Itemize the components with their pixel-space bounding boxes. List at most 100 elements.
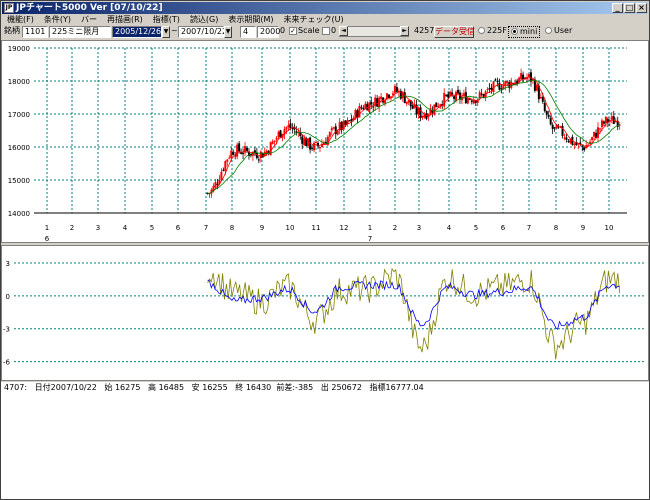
- date-to-field[interactable]: 2007/10/22: [178, 26, 227, 38]
- candle-body: [295, 131, 298, 133]
- close-icon[interactable]: ×: [636, 3, 647, 13]
- field-b[interactable]: 2000: [257, 26, 280, 38]
- candle-body: [238, 143, 241, 152]
- candle-body: [470, 100, 473, 102]
- osc-y-tick-label: -3: [3, 326, 10, 334]
- year-label: 6: [45, 235, 50, 242]
- data-receive-button[interactable]: データ受信: [434, 26, 475, 38]
- candle-body: [551, 124, 554, 130]
- candle-body: [275, 137, 278, 140]
- menu-item-indicator[interactable]: 指標(T): [148, 14, 185, 26]
- date-from-dropdown-icon[interactable]: ▼: [162, 26, 170, 38]
- candle-body: [336, 131, 339, 135]
- candle-body: [354, 109, 357, 119]
- scale-value-checkbox[interactable]: 0: [322, 26, 336, 38]
- candle-body: [332, 127, 335, 129]
- candle-body: [220, 171, 223, 181]
- candle-body: [344, 120, 347, 125]
- y-tick-label: 19000: [8, 45, 30, 53]
- code-label: 銘柄: [4, 26, 20, 35]
- menu-item-function[interactable]: 機能(F): [2, 14, 39, 26]
- candle-body: [600, 120, 603, 128]
- osc-y-tick-label: 0: [6, 293, 10, 301]
- x-tick-label: 4: [123, 224, 128, 232]
- candle-body: [226, 159, 229, 162]
- scroll-right-icon[interactable]: ►: [400, 26, 409, 36]
- candle-body: [435, 102, 438, 108]
- title-bar[interactable]: JP JPチャート5000 Ver [07/10/22] _ □ ×: [2, 2, 648, 14]
- candle-body: [285, 127, 288, 130]
- period-scrollbar[interactable]: [339, 26, 409, 37]
- candle-body: [311, 147, 314, 149]
- x-tick-label: 2: [393, 224, 397, 232]
- candle-body: [455, 91, 458, 101]
- candle-body: [405, 101, 408, 104]
- field-a[interactable]: 4: [240, 26, 256, 38]
- candle-body: [348, 120, 351, 122]
- candle-body: [466, 97, 469, 104]
- candle-body: [478, 92, 481, 98]
- candle-body: [520, 73, 523, 80]
- candle-body: [486, 88, 489, 90]
- x-tick-label: 6: [501, 224, 506, 232]
- menu-item-load[interactable]: 読込(G): [185, 14, 223, 26]
- menu-item-redraw[interactable]: 再描画(R): [102, 14, 148, 26]
- candle-body: [419, 107, 422, 119]
- candle-body: [494, 79, 497, 81]
- candle-body: [372, 106, 375, 108]
- candle-body: [265, 150, 268, 154]
- candle-body: [330, 128, 333, 131]
- candle-body: [387, 94, 390, 98]
- x-tick-label: 11: [312, 224, 321, 232]
- oscillator-panel: 3 0 -3 -6: [1, 245, 649, 381]
- date-from-field[interactable]: 2005/12/26: [112, 26, 162, 38]
- date-to-dropdown-icon[interactable]: ▼: [224, 26, 232, 38]
- candle-body: [587, 144, 590, 146]
- x-tick-label: 9: [581, 224, 585, 232]
- radio-user[interactable]: User: [545, 26, 572, 38]
- x-tick-label: 4: [447, 224, 452, 232]
- name-field[interactable]: 225ミニ限月: [49, 26, 111, 38]
- menu-item-condition[interactable]: 条件(Y): [39, 14, 76, 26]
- candle-body: [598, 128, 601, 130]
- code-field[interactable]: 1101: [22, 26, 48, 38]
- app-icon: JP: [4, 3, 14, 13]
- candle-body: [447, 94, 450, 98]
- x-tick-label: 9: [260, 224, 264, 232]
- candle-body: [242, 152, 245, 155]
- candle-body: [549, 117, 552, 125]
- menu-item-bar[interactable]: バー: [76, 14, 102, 26]
- menu-item-display-period[interactable]: 表示期間(M): [223, 14, 278, 26]
- candle-body: [506, 81, 509, 84]
- candle-body: [602, 121, 605, 124]
- candle-body: [496, 81, 499, 83]
- y-tick-label: 16000: [8, 144, 30, 152]
- candle-body: [445, 94, 448, 96]
- maximize-icon[interactable]: □: [624, 3, 635, 13]
- scale-label: Scale: [298, 26, 320, 35]
- menu-item-future-check[interactable]: 未来チェック(U): [279, 14, 349, 26]
- radio-mini[interactable]: mini: [508, 26, 541, 38]
- x-tick-label: 5: [474, 224, 478, 232]
- candle-body: [279, 130, 282, 138]
- candle-body: [271, 141, 274, 144]
- year-label: 7: [368, 235, 372, 242]
- candle-body: [547, 115, 550, 117]
- osc-y-tick-label: 3: [6, 260, 10, 268]
- scroll-left-icon[interactable]: ◄: [339, 26, 348, 36]
- x-tick-label: 7: [204, 224, 208, 232]
- candle-body: [360, 107, 363, 109]
- candle-body: [510, 81, 513, 88]
- candle-body: [364, 103, 367, 109]
- candle-body: [301, 136, 304, 144]
- candle-body: [553, 127, 556, 129]
- candle-body: [232, 151, 235, 156]
- radio-225f[interactable]: 225F: [478, 26, 507, 38]
- candle-body: [543, 102, 546, 112]
- check-icon: ✓: [289, 26, 297, 35]
- candle-body: [315, 141, 318, 143]
- scale-checkbox[interactable]: ✓ Scale: [289, 26, 320, 38]
- candle-body: [411, 105, 414, 109]
- minimize-icon[interactable]: _: [612, 3, 623, 13]
- x-tick-label: 1: [368, 224, 372, 232]
